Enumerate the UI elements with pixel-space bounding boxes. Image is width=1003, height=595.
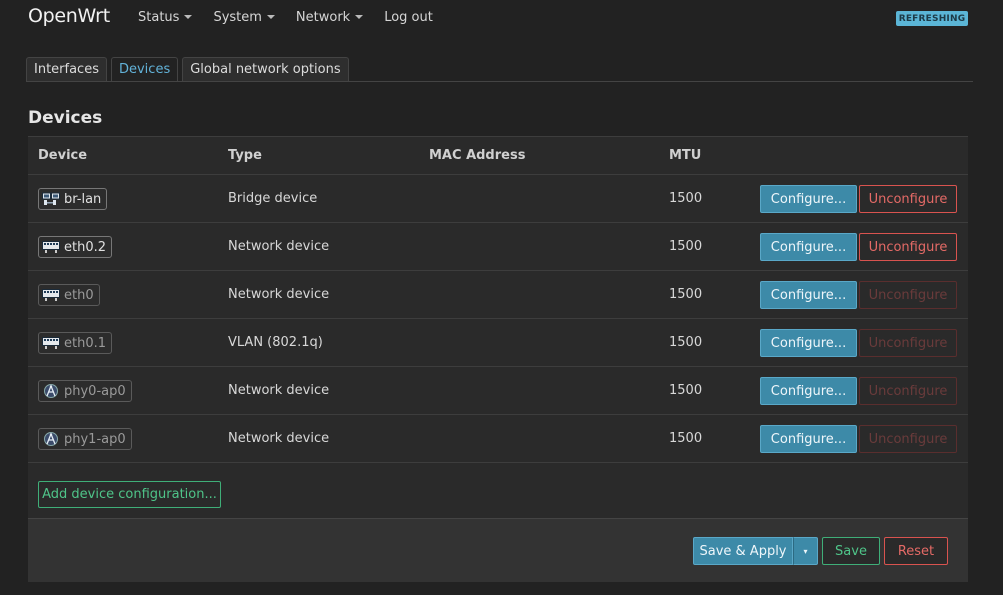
reset-button[interactable]: Reset — [884, 537, 948, 565]
configure-button[interactable]: Configure... — [760, 329, 857, 357]
device-type: Network device — [228, 431, 330, 446]
nav-logout[interactable]: Log out — [384, 10, 433, 25]
device-mtu: 1500 — [669, 191, 703, 206]
table-row: eth0.1 VLAN (802.1q) 1500 Configure... Uncon… — [28, 319, 968, 367]
tab-interfaces[interactable]: Interfaces — [26, 57, 107, 82]
chevron-down-icon — [184, 15, 193, 19]
configure-button[interactable]: Configure... — [760, 185, 857, 213]
unconfigure-button: Unconfigure — [859, 425, 957, 453]
table-row: eth0.2 Network device 1500 Configure... Unco… — [28, 223, 968, 271]
column-header-mac: MAC Address — [429, 148, 526, 163]
unconfigure-button: Unconfigure — [859, 329, 957, 357]
form-actions-footer: Save & Apply ▾ Save Reset — [28, 518, 968, 582]
brand-logo[interactable]: OpenWrt — [28, 5, 110, 27]
column-header-mtu: MTU — [669, 148, 702, 163]
device-mtu: 1500 — [669, 239, 703, 254]
ethernet-icon — [42, 240, 60, 254]
chevron-down-icon — [266, 15, 275, 19]
unconfigure-button[interactable]: Unconfigure — [859, 185, 957, 213]
tab-bar: Interfaces Devices Global network option… — [26, 57, 353, 82]
device-name: eth0.2 — [64, 239, 107, 255]
chevron-down-icon — [355, 15, 364, 19]
configure-button[interactable]: Configure... — [760, 425, 857, 453]
device-type: Network device — [228, 239, 330, 254]
main-nav: Status System Network Log out — [138, 10, 454, 25]
device-badge: phy1-ap0 — [38, 428, 132, 450]
ethernet-icon — [42, 288, 60, 302]
nav-logout-label: Log out — [384, 10, 433, 25]
column-header-type: Type — [228, 148, 262, 163]
device-badge: eth0.2 — [38, 236, 113, 258]
configure-button[interactable]: Configure... — [760, 377, 857, 405]
unconfigure-button: Unconfigure — [859, 281, 957, 309]
table-row: phy1-ap0 Network device 1500 Configure... Un… — [28, 415, 968, 463]
device-mtu: 1500 — [669, 431, 703, 446]
ethernet-icon — [42, 336, 60, 350]
device-name: phy1-ap0 — [64, 431, 126, 447]
table-header: Device Type MAC Address MTU — [28, 137, 968, 175]
add-device-configuration-button[interactable]: Add device configuration... — [38, 481, 221, 508]
column-header-device: Device — [38, 148, 88, 163]
unconfigure-button: Unconfigure — [859, 377, 957, 405]
refreshing-badge[interactable]: REFRESHING — [896, 11, 968, 26]
device-badge: phy0-ap0 — [38, 380, 132, 402]
save-apply-button[interactable]: Save & Apply — [693, 537, 793, 565]
nav-system-label: System — [213, 10, 262, 25]
nav-status[interactable]: Status — [138, 10, 193, 25]
device-name: eth0 — [64, 287, 94, 303]
device-type: Bridge device — [228, 191, 318, 206]
configure-button[interactable]: Configure... — [760, 281, 857, 309]
device-type: Network device — [228, 383, 330, 398]
save-button[interactable]: Save — [822, 537, 880, 565]
top-bar: OpenWrt Status System Network Log out RE… — [0, 0, 1003, 36]
tab-devices[interactable]: Devices — [110, 57, 179, 82]
device-name: br-lan — [64, 191, 102, 207]
nav-status-label: Status — [138, 10, 180, 25]
device-type: VLAN (802.1q) — [228, 335, 323, 350]
device-badge: eth0.1 — [38, 332, 113, 354]
table-row: eth0 Network device 1500 Configure... Unconf… — [28, 271, 968, 319]
caret-down-icon: ▾ — [803, 546, 808, 556]
device-badge: eth0 — [38, 284, 100, 306]
device-name: eth0.1 — [64, 335, 107, 351]
device-badge: br-lan — [38, 188, 108, 210]
device-mtu: 1500 — [669, 335, 703, 350]
nav-network[interactable]: Network — [295, 10, 364, 25]
unconfigure-button[interactable]: Unconfigure — [859, 233, 957, 261]
device-mtu: 1500 — [669, 383, 703, 398]
bridge-icon — [42, 192, 60, 206]
section-title: Devices — [28, 108, 103, 128]
wifi-icon — [42, 432, 60, 446]
nav-network-label: Network — [295, 10, 351, 25]
save-apply-dropdown-toggle[interactable]: ▾ — [793, 537, 818, 565]
device-type: Network device — [228, 287, 330, 302]
nav-system[interactable]: System — [213, 10, 275, 25]
devices-table: Device Type MAC Address MTU br-lan Bridge… — [28, 136, 968, 582]
tab-divider — [26, 81, 973, 82]
device-name: phy0-ap0 — [64, 383, 126, 399]
device-mtu: 1500 — [669, 287, 703, 302]
wifi-icon — [42, 384, 60, 398]
configure-button[interactable]: Configure... — [760, 233, 857, 261]
tab-global-network-options[interactable]: Global network options — [182, 57, 349, 82]
table-row: phy0-ap0 Network device 1500 Configure... Un… — [28, 367, 968, 415]
table-row: br-lan Bridge device 1500 Configure... Uncon… — [28, 175, 968, 223]
